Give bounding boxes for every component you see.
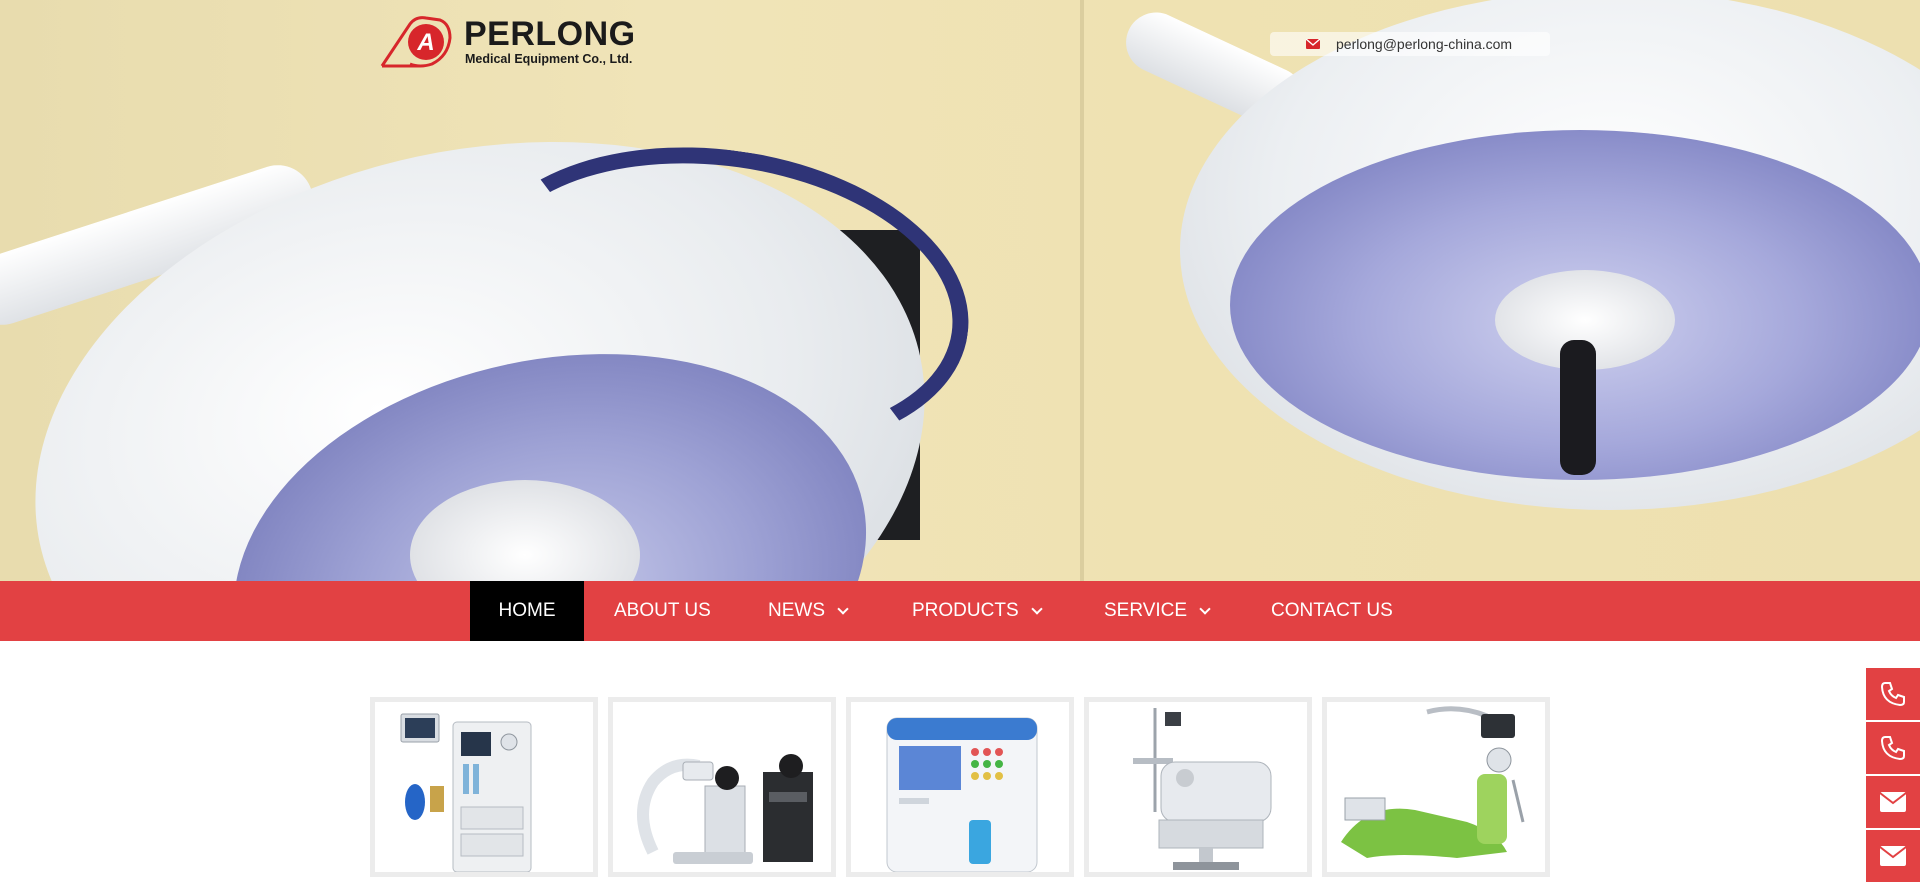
nav-item-about-us[interactable]: ABOUT US (614, 581, 711, 641)
envelope-icon (1879, 792, 1907, 812)
nav-item-label: SERVICE (1104, 600, 1188, 621)
envelope-icon (1306, 39, 1320, 49)
chevron-down-icon (837, 602, 849, 615)
main-navigation: HOME ABOUT US NEWS PRODUCTS SERVICE CONT… (0, 581, 1920, 641)
nav-item-label: PRODUCTS (912, 600, 1019, 621)
nav-item-service[interactable]: SERVICE (1104, 581, 1211, 641)
nav-item-label: ABOUT US (614, 600, 711, 621)
infant-incubator-icon (1133, 708, 1272, 870)
side-phone-button[interactable] (1866, 668, 1920, 720)
header-email-text: perlong@perlong-china.com (1336, 36, 1513, 52)
product-card-dental-chair[interactable] (1322, 697, 1550, 877)
nav-item-news[interactable]: NEWS (768, 581, 849, 641)
chevron-down-icon (1199, 602, 1211, 615)
hematology-analyzer-icon (886, 717, 1038, 872)
chevron-down-icon (1030, 602, 1043, 615)
nav-item-label: CONTACT US (1271, 600, 1393, 621)
wall-seam (1080, 0, 1084, 581)
hero-banner: A PERLONG Medical Equipment Co., Ltd. pe… (0, 0, 1920, 581)
floating-contact-bar (1866, 668, 1920, 882)
side-email-button-2[interactable] (1866, 830, 1920, 882)
nav-item-products[interactable]: PRODUCTS (912, 581, 1043, 641)
nav-item-label: HOME (498, 600, 556, 621)
header-email-link[interactable]: perlong@perlong-china.com (1270, 32, 1550, 56)
nav-item-contact-us[interactable]: CONTACT US (1271, 581, 1393, 641)
side-email-button[interactable] (1866, 776, 1920, 828)
product-card-anesthesia-machine[interactable] (370, 697, 598, 877)
logo-mark-icon: A (380, 16, 452, 68)
featured-products (370, 697, 1550, 877)
brand-subtitle: Medical Equipment Co., Ltd. (465, 52, 633, 66)
side-phone-button-2[interactable] (1866, 722, 1920, 774)
c-arm-xray-icon (637, 754, 813, 864)
product-card-infant-incubator[interactable] (1084, 697, 1312, 877)
lamp-handle-right (1560, 340, 1596, 475)
logo-letter: A (416, 29, 434, 56)
anesthesia-machine-icon (400, 713, 532, 872)
phone-icon (1880, 682, 1905, 707)
product-card-hematology-analyzer[interactable] (846, 697, 1074, 877)
site-logo[interactable]: A PERLONG Medical Equipment Co., Ltd. (380, 16, 640, 70)
brand-name: PERLONG (464, 15, 636, 53)
product-card-c-arm[interactable] (608, 697, 836, 877)
nav-item-home[interactable]: HOME (470, 581, 584, 641)
nav-item-label: NEWS (768, 600, 825, 621)
phone-icon (1880, 736, 1905, 761)
dental-chair-icon (1341, 706, 1525, 858)
